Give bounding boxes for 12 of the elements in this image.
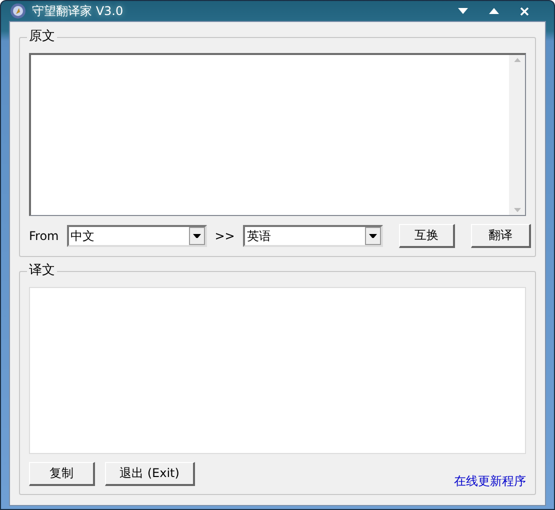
translate-button[interactable]: 翻译 xyxy=(470,224,531,248)
from-label: From xyxy=(29,229,59,243)
group-label: 译文 xyxy=(27,263,57,279)
exit-button[interactable]: 退出 (Exit) xyxy=(105,462,195,486)
window-title: 守望翻译家 V3.0 xyxy=(32,2,124,20)
group-label: 原文 xyxy=(27,29,57,45)
source-language-dropdown[interactable]: 中文 xyxy=(66,225,207,247)
update-link[interactable]: 在线更新程序 xyxy=(454,473,526,490)
arrow-label: >> xyxy=(214,229,235,243)
swap-button[interactable]: 互换 xyxy=(398,224,455,248)
copy-button[interactable]: 复制 xyxy=(29,462,95,486)
target-language-dropdown[interactable]: 英语 xyxy=(242,225,383,247)
